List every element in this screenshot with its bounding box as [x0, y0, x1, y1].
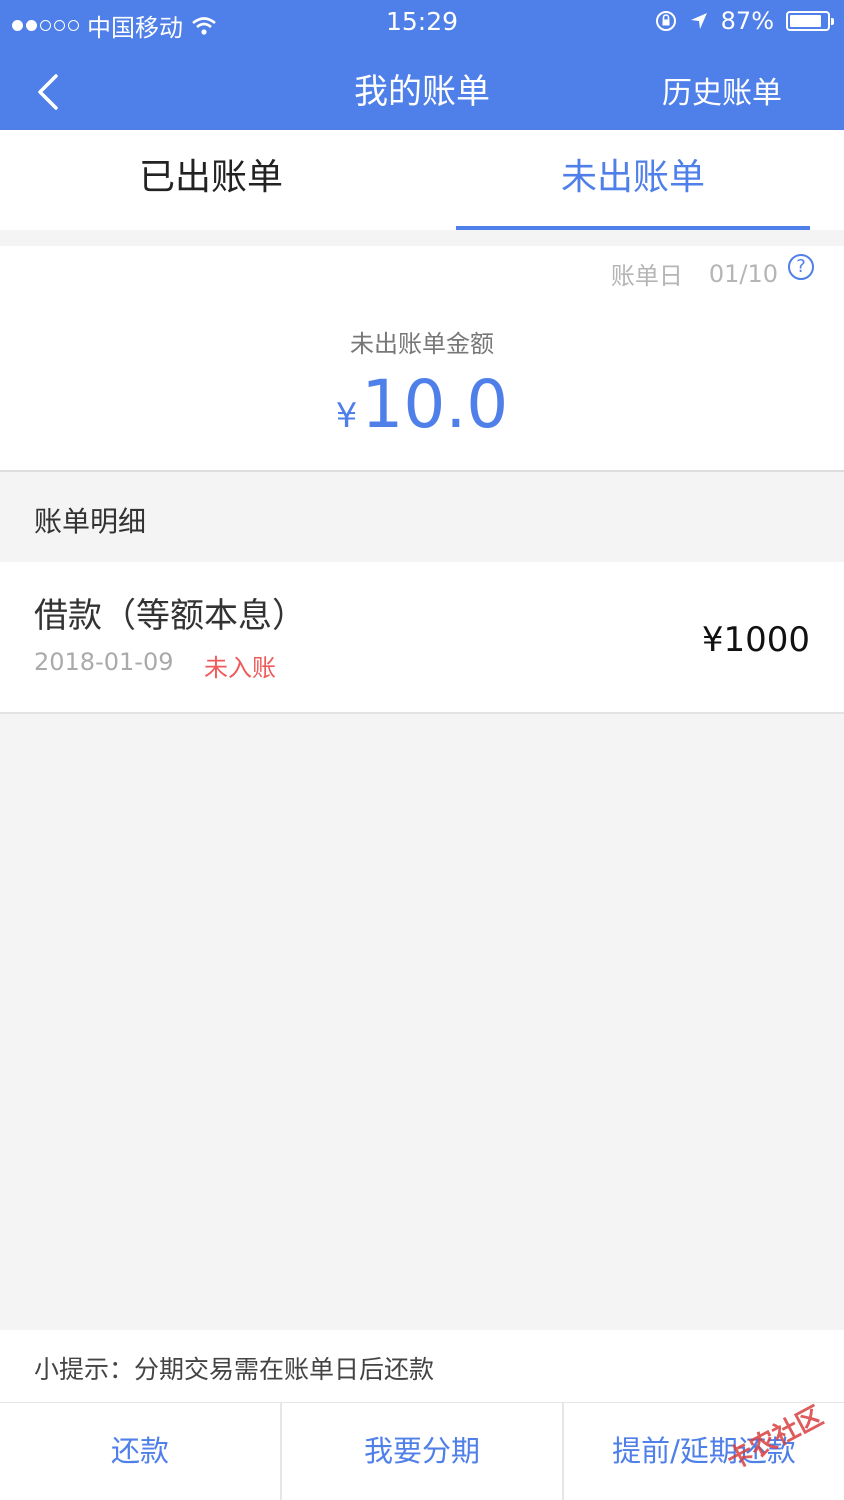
tip-text: 小提示：分期交易需在账单日后还款	[34, 1355, 435, 1384]
bill-item-row[interactable]: 借款（等额本息） 2018-01-09 未入账 ¥1000	[0, 562, 844, 714]
battery-percent: 87%	[720, 7, 774, 35]
repay-button[interactable]: 还款	[0, 1403, 282, 1500]
bill-item-date: 2018-01-09	[34, 648, 174, 676]
battery-icon	[786, 11, 834, 31]
bill-day: 账单日 01/10 ?	[610, 253, 814, 291]
currency-symbol: ¥	[335, 396, 358, 436]
bill-tabs: 已出账单 未出账单	[0, 130, 844, 230]
bill-day-label: 账单日	[610, 262, 683, 290]
tab-issued-bills[interactable]: 已出账单	[0, 130, 422, 230]
detail-section-title: 账单明细	[34, 505, 147, 538]
history-bills-button[interactable]: 历史账单	[662, 68, 782, 112]
amount-value: 10.0	[361, 366, 509, 443]
bill-day-value: 01/10	[708, 259, 778, 288]
tab-unissued-bills[interactable]: 未出账单	[422, 130, 844, 230]
bill-summary: 账单日 01/10 ? 未出账单金额 ¥10.0	[0, 246, 844, 470]
installment-button[interactable]: 我要分期	[282, 1403, 564, 1500]
rotation-lock-icon	[655, 11, 676, 31]
status-right: 87%	[655, 7, 834, 35]
tip-bar: 小提示：分期交易需在账单日后还款	[0, 1330, 844, 1403]
status-bar: 中国移动 15:29 87%	[0, 0, 844, 44]
help-question-icon[interactable]: ?	[788, 253, 814, 280]
location-icon	[690, 13, 707, 29]
bill-item-status: 未入账	[204, 654, 276, 682]
battery-fill	[790, 15, 822, 27]
active-tab-indicator	[456, 226, 810, 230]
bill-item-amount: ¥1000	[701, 620, 810, 660]
app-header: 中国移动 15:29 87% 我的账单 历史账单	[0, 0, 844, 130]
action-bar: 还款 我要分期 提前/延期还款	[0, 1403, 844, 1500]
amount-label: 未出账单金额	[350, 330, 494, 358]
divider	[0, 470, 844, 472]
bill-item-name: 借款（等额本息）	[34, 596, 306, 636]
unissued-amount: ¥10.0	[0, 366, 844, 443]
